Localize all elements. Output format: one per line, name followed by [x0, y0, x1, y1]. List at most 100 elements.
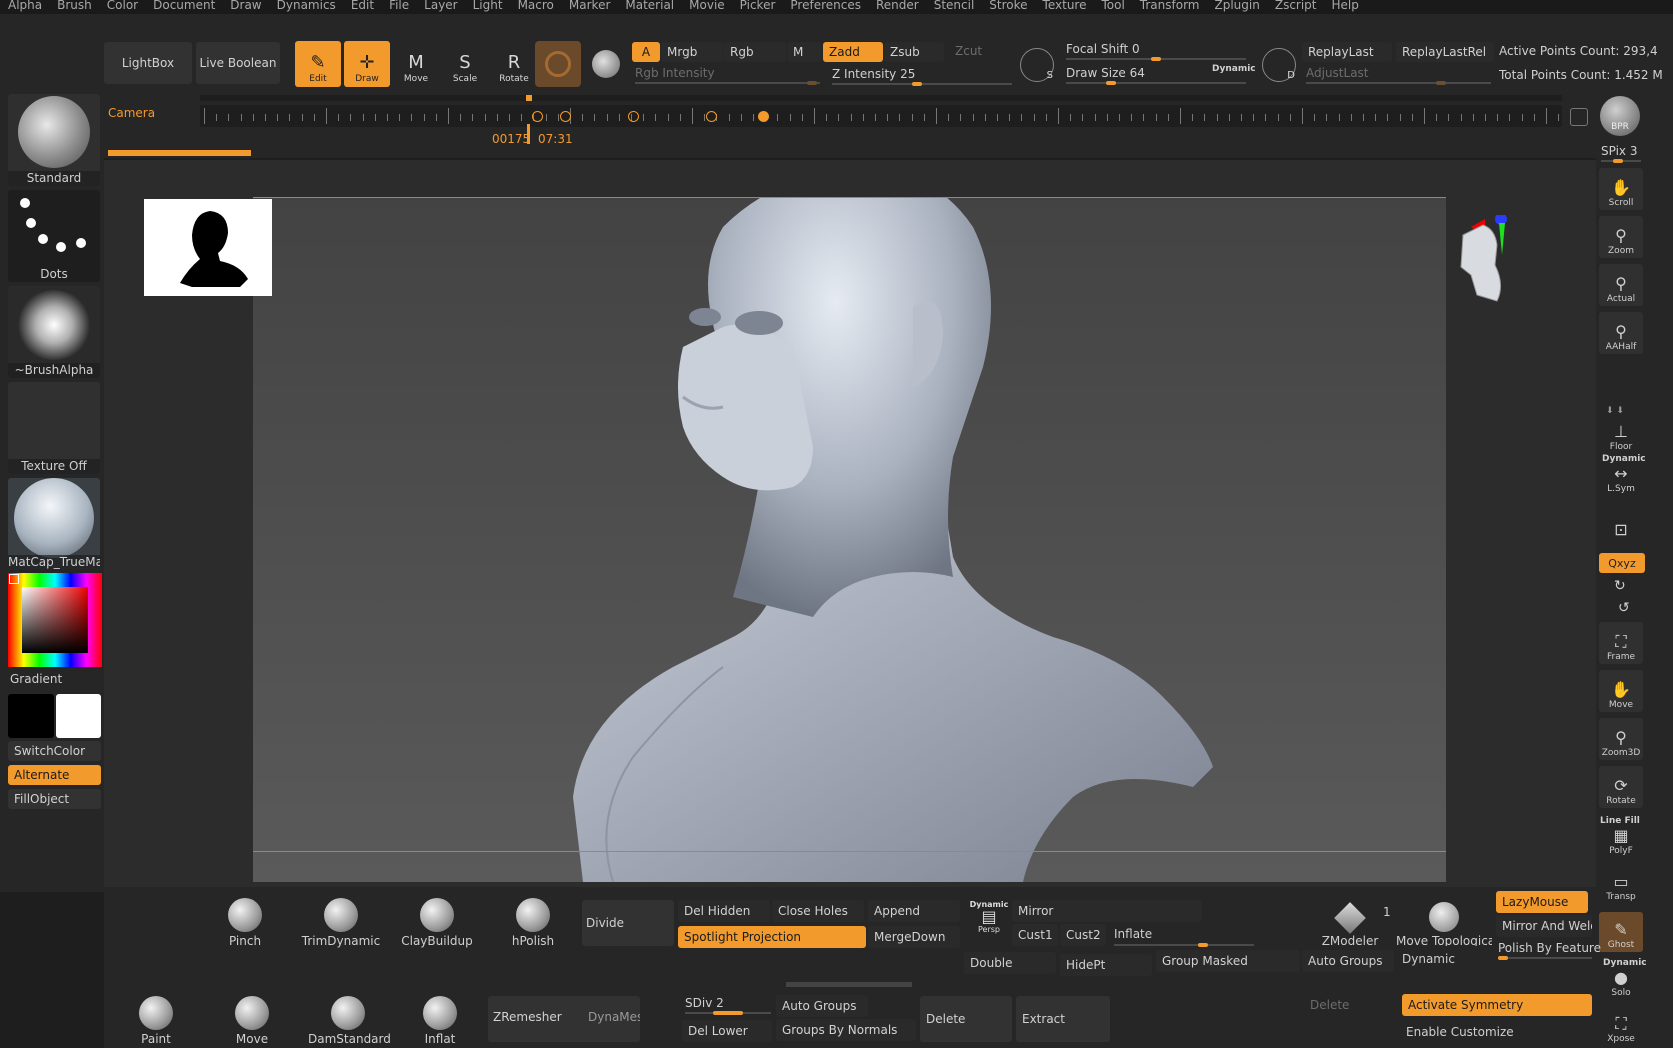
menu-zscript[interactable]: Zscript	[1267, 0, 1324, 14]
menu-tool[interactable]: Tool	[1093, 0, 1131, 14]
merge-down-button[interactable]: MergeDown	[868, 926, 960, 948]
y-rotate-icon[interactable]: ↻	[1614, 578, 1626, 594]
polyf-button[interactable]: ▦ PolyF	[1599, 826, 1643, 858]
damstandard-brush[interactable]: DamStandard	[308, 996, 391, 1046]
replay-last-button[interactable]: ReplayLast	[1302, 42, 1392, 62]
zremesher-button[interactable]: ZRemesher	[493, 1010, 562, 1024]
claybuildup-brush[interactable]: ClayBuildup	[397, 898, 477, 948]
dynamic-label[interactable]: Dynamic	[1402, 952, 1455, 966]
menu-light[interactable]: Light	[465, 0, 510, 14]
sculptris-pro-button[interactable]	[535, 41, 581, 87]
persp-button[interactable]: Dynamic ▤ Persp	[968, 900, 1010, 946]
lazymouse-button[interactable]: LazyMouse	[1496, 891, 1588, 913]
ghost-button[interactable]: ✎ Ghost	[1599, 912, 1643, 952]
material-thumbnail[interactable]: MatCap_TrueMa	[8, 478, 100, 570]
inflat-brush[interactable]: Inflat	[400, 996, 480, 1046]
paint-brush[interactable]: Paint	[116, 996, 196, 1046]
live-boolean-button[interactable]: Live Boolean	[196, 42, 280, 84]
aahalf-view-button[interactable]: ⚲ AAHalf	[1599, 312, 1643, 354]
activate-symmetry-button[interactable]: Activate Symmetry	[1402, 994, 1592, 1016]
menu-alpha[interactable]: Alpha	[0, 0, 49, 14]
color-cursor[interactable]	[9, 574, 19, 584]
dynamic-size-toggle[interactable]: Dynamic	[1212, 64, 1256, 74]
frame-view-button[interactable]: ⛶ Frame	[1599, 622, 1643, 664]
group-masked-button[interactable]: Group Masked	[1156, 950, 1300, 972]
draw-size-track[interactable]	[1066, 81, 1246, 85]
timeline-keyframe[interactable]	[628, 111, 639, 122]
zadd-button[interactable]: Zadd	[823, 42, 883, 62]
menu-draw[interactable]: Draw	[222, 0, 268, 14]
transp-button[interactable]: ▭ Transp	[1599, 868, 1643, 904]
solo-button[interactable]: ● Solo	[1599, 968, 1643, 1000]
mirror-button[interactable]: Mirror	[1012, 900, 1202, 922]
color-picker[interactable]	[8, 573, 102, 667]
d-dynamic-icon[interactable]: D	[1262, 48, 1296, 82]
hidept-button[interactable]: HidePt	[1060, 954, 1152, 976]
m-button[interactable]: M	[787, 42, 821, 62]
menu-zplugin[interactable]: Zplugin	[1207, 0, 1267, 14]
divide-button[interactable]: Divide	[582, 900, 674, 946]
menu-marker[interactable]: Marker	[561, 0, 617, 14]
timeline-keyframe[interactable]	[532, 111, 543, 122]
z-intensity-slider[interactable]: Z Intensity 25	[832, 67, 915, 81]
zmodeler-brush[interactable]: ZModeler	[1310, 900, 1390, 948]
menu-stencil[interactable]: Stencil	[926, 0, 982, 14]
move-brush[interactable]: Move	[212, 996, 292, 1046]
z-rotate-icon[interactable]: ↺	[1618, 600, 1630, 616]
a-button[interactable]: A	[632, 42, 660, 62]
gradient-label[interactable]: Gradient	[10, 672, 62, 686]
stroke-thumbnail[interactable]: Dots	[8, 190, 100, 282]
menu-color[interactable]: Color	[99, 0, 145, 14]
zcut-button[interactable]: Zcut	[955, 44, 982, 58]
scale-button[interactable]: S Scale	[442, 41, 488, 87]
move-view-button[interactable]: ✋ Move	[1599, 670, 1643, 712]
polish-track[interactable]	[1498, 956, 1592, 960]
fill-object-button[interactable]: FillObject	[8, 789, 101, 809]
lsym-button[interactable]: ↔ L.Sym	[1599, 464, 1643, 496]
double-button[interactable]: Double	[964, 952, 1056, 974]
alternate-button[interactable]: Alternate	[8, 765, 101, 785]
enable-customize-button[interactable]: Enable Customize	[1406, 1025, 1514, 1039]
gizmo-toggle[interactable]	[588, 44, 624, 84]
auto-groups-button[interactable]: Auto Groups	[776, 995, 868, 1017]
zsub-button[interactable]: Zsub	[884, 42, 944, 62]
document-canvas[interactable]	[253, 197, 1446, 882]
cust1-button[interactable]: Cust1	[1012, 924, 1058, 946]
menu-preferences[interactable]: Preferences	[782, 0, 868, 14]
adjust-last-track[interactable]	[1306, 81, 1491, 85]
timeline-marker[interactable]	[526, 95, 532, 101]
menu-layer[interactable]: Layer	[416, 0, 464, 14]
menu-picker[interactable]: Picker	[732, 0, 783, 14]
actual-view-button[interactable]: ⚲ Actual	[1599, 264, 1643, 306]
main-color-swatch[interactable]	[56, 694, 101, 738]
timeline-toggle[interactable]	[1570, 108, 1588, 126]
move-topological-brush[interactable]: Move Topologica	[1396, 900, 1492, 946]
texture-thumbnail[interactable]: Texture Off	[8, 382, 100, 474]
inflate-track[interactable]	[1114, 943, 1254, 947]
xpose-button[interactable]: ⛶ Xpose	[1599, 1010, 1643, 1046]
rotate-view-button[interactable]: ⟳ Rotate	[1599, 766, 1643, 808]
mrgb-button[interactable]: Mrgb	[661, 42, 723, 62]
color-sv-square[interactable]	[22, 587, 88, 653]
spix-track[interactable]	[1601, 159, 1641, 163]
cust2-button[interactable]: Cust2	[1060, 924, 1106, 946]
s-focal-icon[interactable]: S	[1020, 48, 1054, 82]
secondary-color-swatch[interactable]	[8, 694, 54, 738]
timeline-keyframe[interactable]	[560, 111, 571, 122]
zoom-view-button[interactable]: ⚲ Zoom	[1599, 216, 1643, 258]
switch-color-button[interactable]: SwitchColor	[8, 741, 101, 761]
menu-render[interactable]: Render	[868, 0, 926, 14]
sdiv-slider[interactable]: SDiv 2	[685, 996, 724, 1010]
timeline-track-top[interactable]	[200, 95, 1562, 101]
lock-button[interactable]: ⊡	[1599, 506, 1643, 542]
extract-button[interactable]: Extract	[1016, 996, 1110, 1042]
replay-last-rel-button[interactable]: ReplayLastRel	[1396, 42, 1494, 62]
menu-edit[interactable]: Edit	[343, 0, 381, 14]
menu-material[interactable]: Material	[617, 0, 681, 14]
shelf-resize-handle[interactable]	[786, 982, 912, 987]
rgb-intensity-slider[interactable]: Rgb Intensity	[635, 66, 715, 80]
move-button[interactable]: M Move	[393, 41, 439, 87]
auto-groups-top-button[interactable]: Auto Groups	[1302, 950, 1394, 972]
brush-thumbnail[interactable]: Standard	[8, 94, 100, 186]
trimdynamic-brush[interactable]: TrimDynamic	[301, 898, 381, 948]
